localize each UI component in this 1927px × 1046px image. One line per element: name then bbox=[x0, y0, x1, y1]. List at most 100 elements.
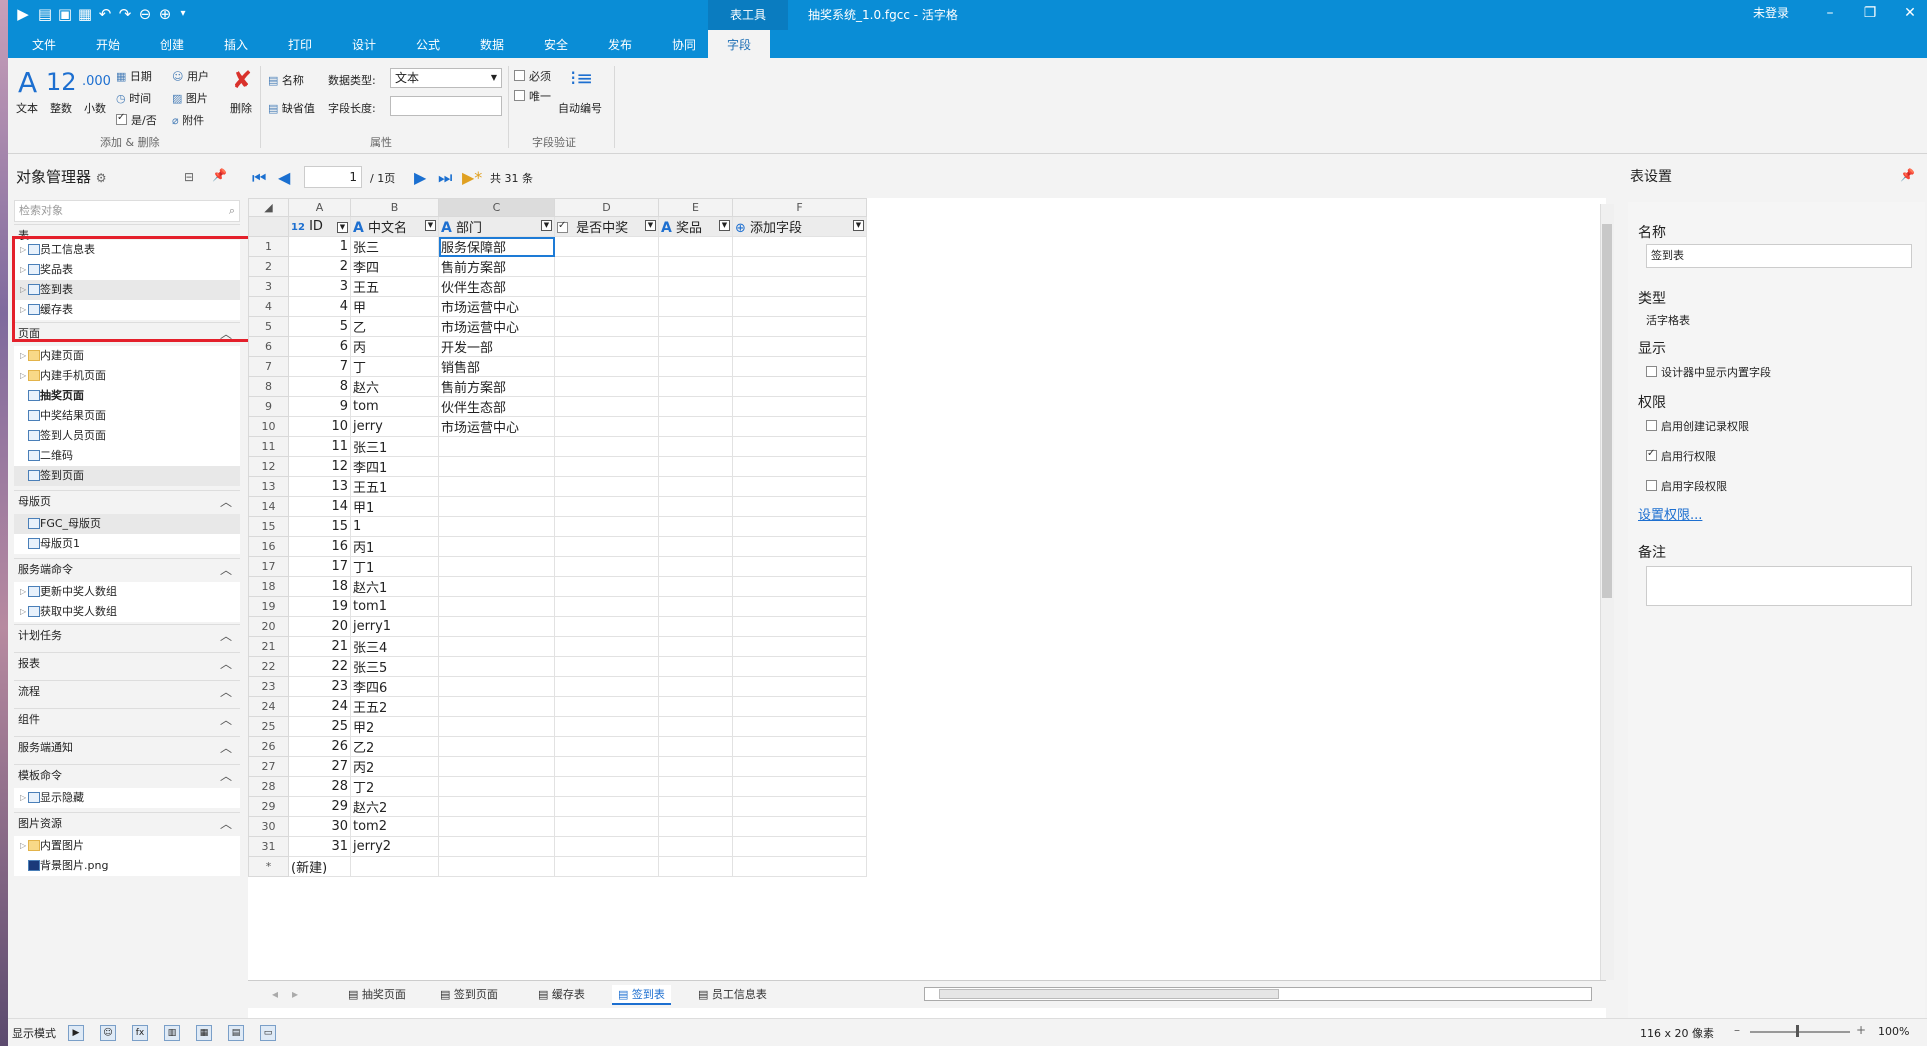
grid-cell[interactable] bbox=[554, 576, 659, 597]
grid-cell[interactable]: 服务保障部 bbox=[438, 236, 555, 257]
grid-cell[interactable] bbox=[554, 656, 659, 677]
grid-cell[interactable]: 李四1 bbox=[350, 456, 439, 477]
row-header[interactable]: 7 bbox=[248, 356, 289, 377]
grid-cell[interactable] bbox=[732, 776, 867, 797]
grid-cell[interactable] bbox=[658, 816, 733, 837]
gear-icon[interactable]: ⚙ bbox=[96, 171, 107, 185]
back-icon[interactable]: ⊖ bbox=[136, 5, 154, 23]
grid-cell[interactable] bbox=[732, 676, 867, 697]
grid-cell[interactable] bbox=[732, 276, 867, 297]
grid-cell[interactable] bbox=[658, 296, 733, 317]
tree-item-command[interactable]: ▷ 获取中奖人数组 bbox=[14, 602, 240, 622]
row-header[interactable]: 15 bbox=[248, 516, 289, 537]
row-header[interactable]: 20 bbox=[248, 616, 289, 637]
grid-cell[interactable] bbox=[554, 596, 659, 617]
section-image-resources[interactable]: 图片资源 ︿ bbox=[14, 812, 240, 836]
section-flows[interactable]: 流程 ︿ bbox=[14, 680, 240, 704]
tab-field[interactable]: 字段 bbox=[708, 30, 770, 58]
new-row-label[interactable]: (新建) bbox=[288, 856, 351, 877]
tree-item-template-command[interactable]: ▷ 显示隐藏 bbox=[14, 788, 240, 808]
grid-cell[interactable] bbox=[732, 476, 867, 497]
grid-cell[interactable]: 伙伴生态部 bbox=[438, 276, 555, 297]
image-type[interactable]: ▨ 图片 bbox=[172, 90, 208, 106]
grid-cell[interactable] bbox=[658, 756, 733, 777]
integer-type-label[interactable]: 整数 bbox=[50, 100, 72, 116]
grid-cell[interactable]: 22 bbox=[288, 656, 351, 677]
grid-cell[interactable] bbox=[658, 356, 733, 377]
tab-print[interactable]: 打印 bbox=[272, 30, 328, 58]
column-header[interactable]: F bbox=[732, 198, 867, 217]
new-record-icon[interactable]: ▶* bbox=[462, 168, 482, 187]
grid-cell[interactable]: 29 bbox=[288, 796, 351, 817]
grid-cell[interactable]: tom bbox=[350, 396, 439, 417]
grid-cell[interactable]: 市场运营中心 bbox=[438, 416, 555, 437]
grid-cell[interactable]: 赵六 bbox=[350, 376, 439, 397]
grid-cell[interactable] bbox=[658, 376, 733, 397]
grid-cell[interactable] bbox=[732, 496, 867, 517]
set-permission-link[interactable]: 设置权限... bbox=[1638, 504, 1702, 523]
grid-cell[interactable]: 丁 bbox=[350, 356, 439, 377]
grid-cell[interactable]: 王五1 bbox=[350, 476, 439, 497]
row-header[interactable]: 24 bbox=[248, 696, 289, 717]
grid-cell[interactable] bbox=[658, 716, 733, 737]
grid-cell[interactable] bbox=[438, 536, 555, 557]
login-status[interactable]: 未登录 bbox=[1753, 0, 1789, 26]
field-header[interactable]: A 中文名 ▼ bbox=[350, 216, 439, 237]
tree-item-master[interactable]: 母版页1 bbox=[14, 534, 240, 554]
grid-cell[interactable]: 甲1 bbox=[350, 496, 439, 517]
tab-file[interactable]: 文件 bbox=[16, 30, 72, 58]
grid-cell[interactable]: 3 bbox=[288, 276, 351, 297]
data-type-select[interactable]: 文本 ▼ bbox=[390, 68, 502, 88]
tab-publish[interactable]: 发布 bbox=[592, 30, 648, 58]
grid-cell[interactable] bbox=[732, 436, 867, 457]
section-server-notify[interactable]: 服务端通知 ︿ bbox=[14, 736, 240, 760]
grid-cell[interactable]: 张三5 bbox=[350, 656, 439, 677]
decimal-type-icon[interactable]: .000 bbox=[82, 74, 111, 89]
required-checkbox[interactable]: 必须 bbox=[514, 68, 551, 84]
grid-cell[interactable]: 15 bbox=[288, 516, 351, 537]
last-page-icon[interactable]: ⏭ bbox=[438, 168, 452, 188]
row-header[interactable]: 18 bbox=[248, 576, 289, 597]
grid-cell[interactable] bbox=[658, 856, 733, 877]
first-page-icon[interactable]: ⏮ bbox=[252, 168, 266, 188]
restore-button[interactable]: ❐ bbox=[1850, 0, 1890, 26]
grid-cell[interactable]: 销售部 bbox=[438, 356, 555, 377]
grid-cell[interactable]: 丁1 bbox=[350, 556, 439, 577]
row-header[interactable]: 21 bbox=[248, 636, 289, 657]
grid-cell[interactable] bbox=[438, 816, 555, 837]
grid-cell[interactable] bbox=[438, 436, 555, 457]
grid-cell[interactable]: 27 bbox=[288, 756, 351, 777]
grid-cell[interactable] bbox=[438, 596, 555, 617]
chevron-down-icon[interactable]: ▼ bbox=[853, 220, 864, 231]
tree-item-page[interactable]: 二维码 bbox=[14, 446, 240, 466]
integer-type-icon[interactable]: 12 bbox=[46, 68, 77, 96]
grid-cell[interactable]: 28 bbox=[288, 776, 351, 797]
grid-cell[interactable]: 赵六2 bbox=[350, 796, 439, 817]
grid-cell[interactable] bbox=[658, 396, 733, 417]
grid-cell[interactable] bbox=[554, 856, 659, 877]
grid-cell[interactable] bbox=[554, 516, 659, 537]
grid-cell[interactable]: 乙2 bbox=[350, 736, 439, 757]
user-icon[interactable]: ☺ bbox=[100, 1025, 116, 1041]
grid-cell[interactable] bbox=[554, 756, 659, 777]
tree-item-page[interactable]: ▷ 内建页面 bbox=[14, 346, 240, 366]
field-permission-checkbox[interactable]: 启用字段权限 bbox=[1646, 478, 1727, 494]
grid-cell[interactable]: 20 bbox=[288, 616, 351, 637]
grid-cell[interactable] bbox=[554, 416, 659, 437]
auto-number-icon[interactable]: ⁝≡ bbox=[570, 66, 593, 90]
grid-cell[interactable] bbox=[438, 476, 555, 497]
grid-cell[interactable]: 31 bbox=[288, 836, 351, 857]
grid-cell[interactable]: 14 bbox=[288, 496, 351, 517]
create-permission-checkbox[interactable]: 启用创建记录权限 bbox=[1646, 418, 1749, 434]
row-header[interactable]: 4 bbox=[248, 296, 289, 317]
sheet-tab[interactable]: ▤ 员工信息表 bbox=[692, 985, 773, 1005]
column-header[interactable]: B bbox=[350, 198, 439, 217]
grid-cell[interactable] bbox=[658, 496, 733, 517]
time-type[interactable]: ◷ 时间 bbox=[116, 90, 151, 106]
data-grid[interactable]: ◢ABCDEF12 ID▼A 中文名▼A 部门▼ 是否中奖▼A 奖品▼⊕ 添加字… bbox=[248, 198, 867, 877]
chevron-down-icon[interactable]: ▼ bbox=[425, 220, 436, 231]
grid-cell[interactable] bbox=[554, 816, 659, 837]
grid-cell[interactable] bbox=[658, 336, 733, 357]
grid-cell[interactable] bbox=[554, 556, 659, 577]
row-header[interactable]: 8 bbox=[248, 376, 289, 397]
